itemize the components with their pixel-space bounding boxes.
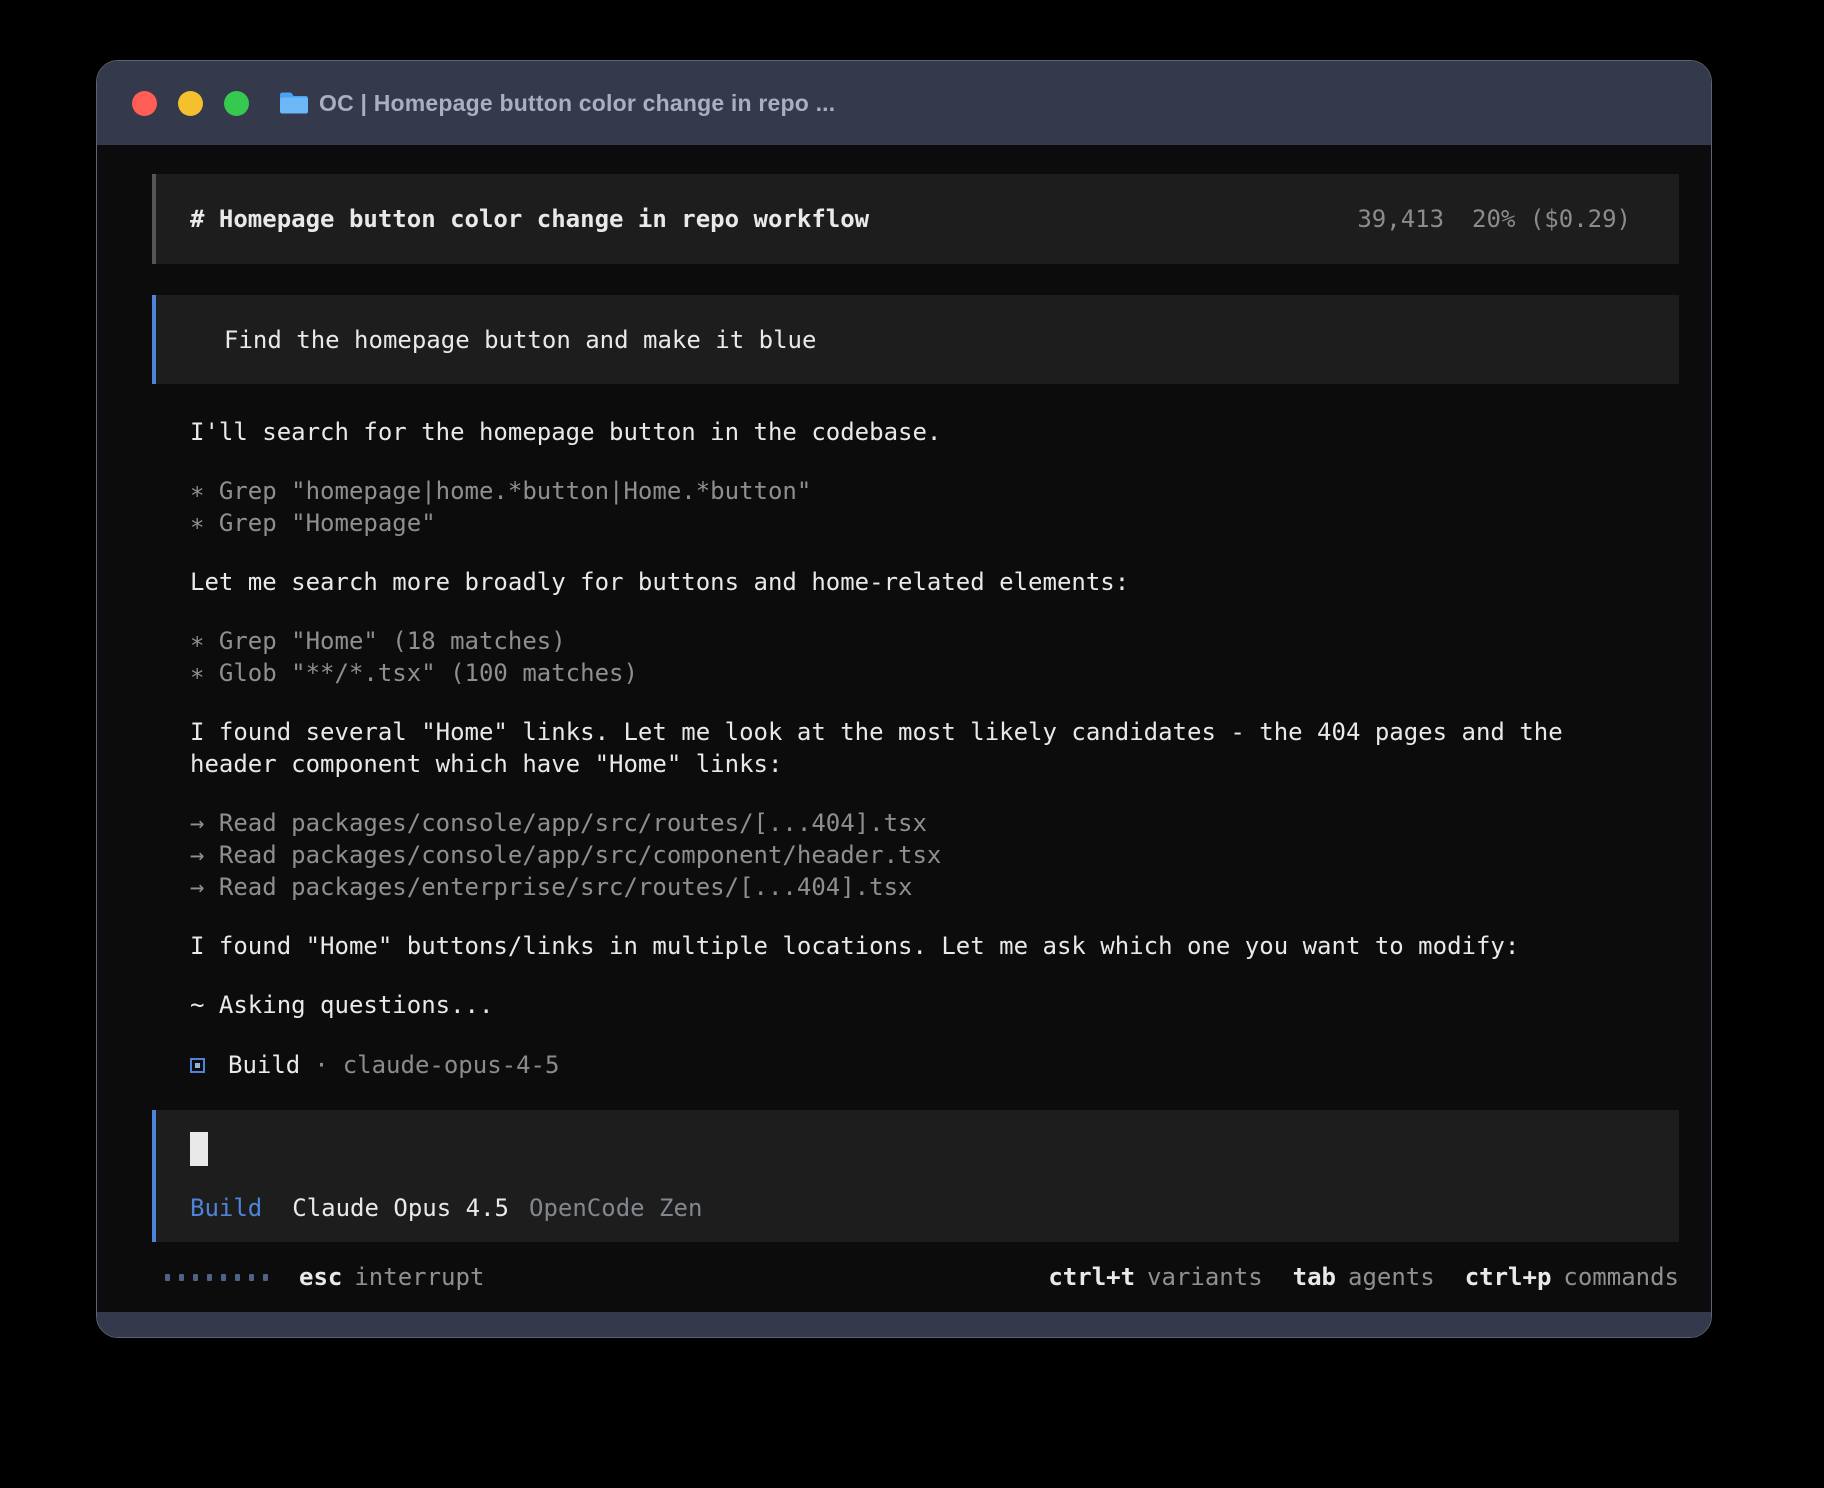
terminal-window: OC | Homepage button color change in rep… <box>96 60 1712 1338</box>
spinner-dot <box>179 1274 184 1281</box>
tool-call-group: ∗ Grep "Home" (18 matches) ∗ Glob "**/*.… <box>152 625 1679 689</box>
context-cost: 20% ($0.29) <box>1472 205 1631 233</box>
hint-commands: ctrl+p commands <box>1465 1263 1679 1291</box>
status-bar-left: esc interrupt <box>165 1263 484 1291</box>
close-button[interactable] <box>132 91 157 116</box>
user-message: Find the homepage button and make it blu… <box>152 295 1679 384</box>
assistant-text: I'll search for the homepage button in t… <box>152 416 1679 448</box>
hint-label: commands <box>1563 1263 1679 1291</box>
window-title: OC | Homepage button color change in rep… <box>319 90 835 117</box>
terminal-content: # Homepage button color change in repo w… <box>97 145 1711 1312</box>
session-title: # Homepage button color change in repo w… <box>190 205 869 233</box>
spinner-dots <box>165 1274 268 1281</box>
spinner-dot <box>221 1274 226 1281</box>
text-cursor <box>190 1132 208 1166</box>
tool-call-read: → Read packages/console/app/src/componen… <box>152 839 1679 871</box>
input-provider-label: OpenCode Zen <box>529 1194 702 1222</box>
minimize-button[interactable] <box>178 91 203 116</box>
hint-key: ctrl+p <box>1465 1263 1552 1291</box>
input-meta-row: Build Claude Opus 4.5 OpenCode Zen <box>190 1194 1679 1222</box>
assistant-text: header component which have "Home" links… <box>152 748 1679 780</box>
esc-key-hint: esc <box>299 1263 342 1291</box>
zoom-button[interactable] <box>224 91 249 116</box>
esc-key-label: interrupt <box>354 1263 484 1291</box>
traffic-lights <box>132 91 249 116</box>
spinner-dot <box>193 1274 198 1281</box>
assistant-text: I found several "Home" links. Let me loo… <box>152 716 1679 748</box>
token-count: 39,413 <box>1357 205 1444 233</box>
session-stats: 39,413 20% ($0.29) <box>1357 205 1631 233</box>
hint-variants: ctrl+t variants <box>1048 1263 1262 1291</box>
tool-call-group: ∗ Grep "homepage|home.*button|Home.*butt… <box>152 475 1679 539</box>
agent-build-icon <box>190 1058 205 1073</box>
status-bar: esc interrupt ctrl+t variants tab agents… <box>152 1263 1679 1291</box>
tool-call-group: → Read packages/console/app/src/routes/[… <box>152 807 1679 903</box>
agent-name: Build <box>228 1051 300 1079</box>
hint-label: variants <box>1147 1263 1263 1291</box>
session-header: # Homepage button color change in repo w… <box>152 174 1679 264</box>
folder-icon <box>279 91 309 115</box>
spinner-dot <box>165 1274 170 1281</box>
window-footer <box>97 1312 1711 1337</box>
input-agent-label: Build <box>190 1194 262 1222</box>
spinner-dot <box>263 1274 268 1281</box>
assistant-text-group: I found several "Home" links. Let me loo… <box>152 716 1679 780</box>
prompt-input[interactable]: Build Claude Opus 4.5 OpenCode Zen <box>152 1110 1679 1242</box>
hint-label: agents <box>1348 1263 1435 1291</box>
assistant-text: I found "Home" buttons/links in multiple… <box>152 930 1679 962</box>
asking-status: ~ Asking questions... <box>152 989 1679 1021</box>
hint-key: ctrl+t <box>1048 1263 1135 1291</box>
tool-call-read: → Read packages/console/app/src/routes/[… <box>152 807 1679 839</box>
agent-status-row: Build · claude-opus-4-5 <box>152 1049 1679 1081</box>
titlebar: OC | Homepage button color change in rep… <box>97 61 1711 145</box>
assistant-text: Let me search more broadly for buttons a… <box>152 566 1679 598</box>
tool-call-grep: ∗ Grep "Home" (18 matches) <box>152 625 1679 657</box>
hint-key: tab <box>1293 1263 1336 1291</box>
separator-dot: · <box>314 1051 328 1079</box>
input-model-label: Claude Opus 4.5 <box>292 1194 509 1222</box>
status-bar-right: ctrl+t variants tab agents ctrl+p comman… <box>1048 1263 1679 1291</box>
tool-call-grep: ∗ Grep "Homepage" <box>152 507 1679 539</box>
agent-model: claude-opus-4-5 <box>343 1051 560 1079</box>
tool-call-read: → Read packages/enterprise/src/routes/[.… <box>152 871 1679 903</box>
user-message-text: Find the homepage button and make it blu… <box>190 324 816 356</box>
hint-agents: tab agents <box>1293 1263 1435 1291</box>
spinner-dot <box>207 1274 212 1281</box>
tool-call-grep: ∗ Grep "homepage|home.*button|Home.*butt… <box>152 475 1679 507</box>
tool-call-glob: ∗ Glob "**/*.tsx" (100 matches) <box>152 657 1679 689</box>
spinner-dot <box>235 1274 240 1281</box>
spinner-dot <box>249 1274 254 1281</box>
